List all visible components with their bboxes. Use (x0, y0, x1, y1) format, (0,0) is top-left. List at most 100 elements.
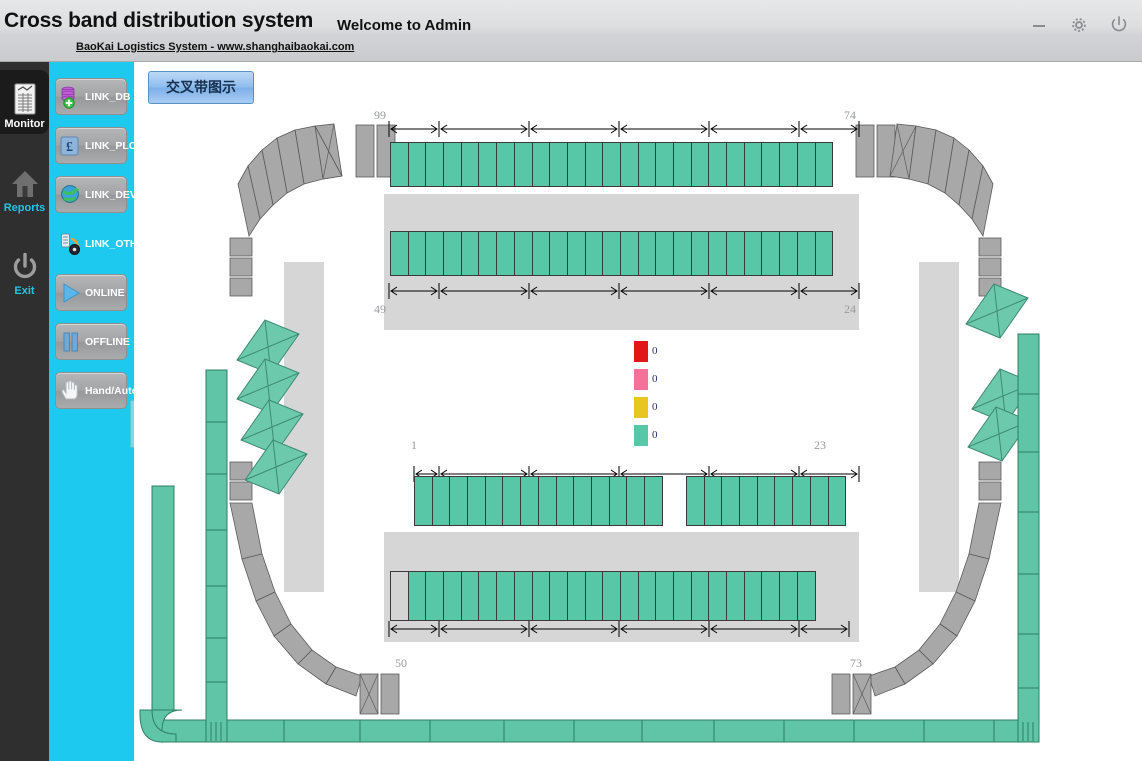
carrier-cell[interactable] (408, 142, 427, 187)
carrier-cell[interactable] (425, 231, 444, 276)
carrier-cell[interactable] (602, 571, 621, 621)
carrier-cell[interactable] (602, 142, 621, 187)
carrier-cell[interactable] (467, 476, 486, 526)
link-db-button[interactable]: LINK_DB (55, 78, 127, 115)
rail-item-monitor[interactable]: Monitor (0, 70, 49, 134)
carrier-cell[interactable] (638, 142, 657, 187)
carrier-cell[interactable] (797, 571, 816, 621)
carrier-cell[interactable] (443, 231, 462, 276)
carrier-cell[interactable] (567, 231, 586, 276)
carrier-cell[interactable] (774, 476, 793, 526)
carrier-cell[interactable] (726, 231, 745, 276)
carrier-cell[interactable] (686, 476, 705, 526)
carrier-cell[interactable] (496, 571, 515, 621)
carrier-cell[interactable] (496, 231, 515, 276)
carrier-cell[interactable] (514, 231, 533, 276)
carrier-cell[interactable] (626, 476, 645, 526)
carrier-cell[interactable] (655, 231, 674, 276)
carrier-cell[interactable] (815, 142, 834, 187)
minimize-button[interactable] (1026, 12, 1052, 38)
carrier-cell[interactable] (655, 142, 674, 187)
carrier-cell[interactable] (449, 476, 468, 526)
carrier-cell[interactable] (744, 571, 763, 621)
carrier-cell[interactable] (602, 231, 621, 276)
carrier-cell[interactable] (708, 571, 727, 621)
carrier-cell[interactable] (591, 476, 610, 526)
carrier-cell[interactable] (461, 571, 480, 621)
carrier-cell[interactable] (520, 476, 539, 526)
carrier-cell[interactable] (556, 476, 575, 526)
carrier-cell[interactable] (815, 231, 834, 276)
carrier-row-1[interactable] (390, 142, 833, 187)
carrier-cell[interactable] (644, 476, 663, 526)
carrier-cell[interactable] (708, 142, 727, 187)
carrier-cell[interactable] (779, 571, 798, 621)
carrier-cell[interactable] (673, 142, 692, 187)
carrier-cell[interactable] (443, 571, 462, 621)
carrier-cell[interactable] (691, 142, 710, 187)
carrier-cell[interactable] (797, 231, 816, 276)
carrier-cell[interactable] (779, 231, 798, 276)
carrier-cell[interactable] (655, 571, 674, 621)
carrier-cell[interactable] (532, 142, 551, 187)
carrier-cell[interactable] (390, 142, 409, 187)
carrier-cell[interactable] (691, 571, 710, 621)
carrier-row-3-right[interactable] (686, 476, 846, 526)
carrier-cell[interactable] (567, 142, 586, 187)
carrier-row-4[interactable] (390, 571, 816, 621)
carrier-cell[interactable] (761, 571, 780, 621)
carrier-cell[interactable] (461, 142, 480, 187)
power-button[interactable] (1106, 12, 1132, 38)
carrier-cell[interactable] (585, 142, 604, 187)
carrier-cell[interactable] (443, 142, 462, 187)
carrier-cell[interactable] (532, 231, 551, 276)
offline-button[interactable]: OFFLINE (55, 323, 127, 360)
carrier-row-3-left[interactable] (414, 476, 663, 526)
carrier-row-2[interactable] (390, 231, 833, 276)
carrier-cell[interactable] (478, 571, 497, 621)
carrier-cell[interactable] (478, 142, 497, 187)
carrier-cell[interactable] (408, 571, 427, 621)
carrier-cell[interactable] (757, 476, 776, 526)
carrier-cell[interactable] (691, 231, 710, 276)
carrier-cell[interactable] (609, 476, 628, 526)
carrier-cell[interactable] (485, 476, 504, 526)
carrier-cell[interactable] (549, 231, 568, 276)
carrier-cell[interactable] (573, 476, 592, 526)
carrier-cell[interactable] (620, 231, 639, 276)
carrier-cell[interactable] (828, 476, 847, 526)
carrier-cell[interactable] (620, 571, 639, 621)
carrier-cell[interactable] (620, 142, 639, 187)
link-oth-button[interactable]: LINK_OTH (55, 225, 127, 262)
carrier-cell[interactable] (390, 571, 409, 621)
carrier-cell[interactable] (761, 142, 780, 187)
carrier-cell[interactable] (549, 571, 568, 621)
carrier-cell[interactable] (425, 142, 444, 187)
carrier-cell[interactable] (502, 476, 521, 526)
online-button[interactable]: ONLINE (55, 274, 127, 311)
carrier-cell[interactable] (390, 231, 409, 276)
carrier-cell[interactable] (810, 476, 829, 526)
carrier-cell[interactable] (721, 476, 740, 526)
carrier-cell[interactable] (708, 231, 727, 276)
carrier-cell[interactable] (726, 571, 745, 621)
carrier-cell[interactable] (585, 231, 604, 276)
carrier-cell[interactable] (704, 476, 723, 526)
carrier-cell[interactable] (514, 571, 533, 621)
carrier-cell[interactable] (549, 142, 568, 187)
carrier-cell[interactable] (761, 231, 780, 276)
rail-item-reports[interactable]: Reports (0, 154, 49, 216)
carrier-cell[interactable] (744, 142, 763, 187)
carrier-cell[interactable] (425, 571, 444, 621)
carrier-cell[interactable] (726, 142, 745, 187)
carrier-cell[interactable] (585, 571, 604, 621)
link-plc-button[interactable]: £ LINK_PLC (55, 127, 127, 164)
rail-item-exit[interactable]: Exit (0, 237, 49, 299)
carrier-cell[interactable] (514, 142, 533, 187)
carrier-cell[interactable] (532, 571, 551, 621)
carrier-cell[interactable] (779, 142, 798, 187)
carrier-cell[interactable] (673, 231, 692, 276)
carrier-cell[interactable] (638, 231, 657, 276)
carrier-cell[interactable] (638, 571, 657, 621)
carrier-cell[interactable] (538, 476, 557, 526)
